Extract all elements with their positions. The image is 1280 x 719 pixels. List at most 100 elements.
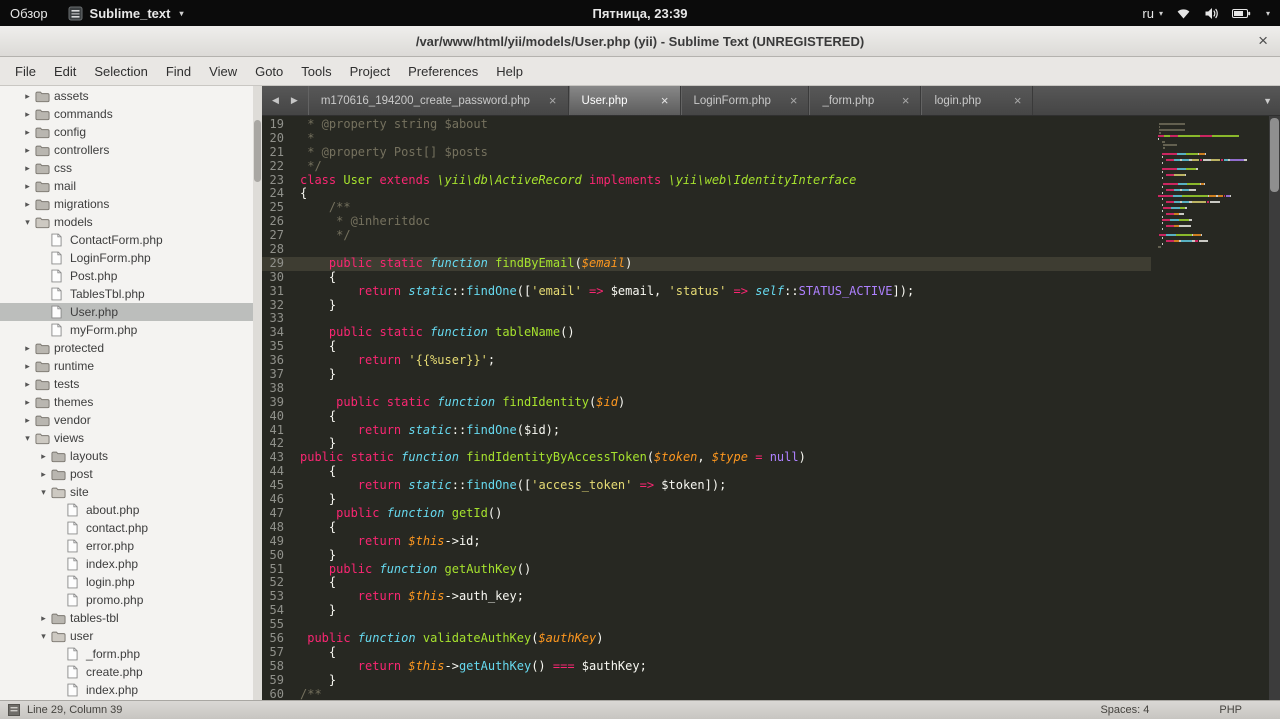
sidebar-item-views[interactable]: ▾ views [0,429,262,447]
sidebar-scrollbar-thumb[interactable] [254,120,261,182]
activities-button[interactable]: Обзор [10,6,48,21]
system-menu-chevron-icon[interactable]: ▾ [1266,9,1270,18]
editor-scrollbar[interactable] [1269,116,1280,700]
sidebar-item-create.php[interactable]: create.php [0,663,262,681]
code-area[interactable]: 19 * @property string $about 20 * 21 * @pr… [262,116,1151,700]
tab-close-icon[interactable]: × [1011,93,1025,108]
code-line-25[interactable]: 25 /** [262,200,1151,215]
tab-User.php[interactable]: User.php × [568,86,681,115]
code-line-53[interactable]: 53 return $this->auth_key; [262,589,1151,604]
code-line-42[interactable]: 42 } [262,437,1151,451]
indent-settings-button[interactable]: Spaces: 4 [1100,704,1149,716]
sidebar-item-tables-tbl[interactable]: ▸ tables-tbl [0,609,262,627]
code-line-22[interactable]: 22 */ [262,159,1151,174]
sidebar-item-config[interactable]: ▸ config [0,123,262,141]
expander-closed-icon[interactable]: ▸ [20,415,35,426]
expander-closed-icon[interactable]: ▸ [20,163,35,174]
editor-scrollbar-thumb[interactable] [1270,118,1279,192]
menu-help[interactable]: Help [487,60,532,83]
tab-login.php[interactable]: login.php × [921,86,1034,115]
tab-LoginForm.php[interactable]: LoginForm.php × [680,86,810,115]
code-line-49[interactable]: 49 return $this->id; [262,534,1151,549]
sidebar-item-error.php[interactable]: error.php [0,537,262,555]
sidebar-item-ContactForm.php[interactable]: ContactForm.php [0,231,262,249]
code-line-60[interactable]: 60 /** [262,687,1151,700]
app-menu-button[interactable]: Sublime_text ▾ [68,6,183,21]
sidebar-item-TablesTbl.php[interactable]: TablesTbl.php [0,285,262,303]
code-line-45[interactable]: 45 return static::findOne(['access_token… [262,478,1151,493]
tab-close-icon[interactable]: × [899,93,913,108]
sidebar-item-site[interactable]: ▾ site [0,483,262,501]
expander-closed-icon[interactable]: ▸ [36,469,51,480]
tab-scroll-right-icon[interactable]: ▶ [291,95,298,106]
code-line-57[interactable]: 57 { [262,645,1151,660]
sidebar-item-login.php[interactable]: login.php [0,573,262,591]
code-line-20[interactable]: 20 * [262,131,1151,146]
sidebar-item-migrations[interactable]: ▸ migrations [0,195,262,213]
menu-view[interactable]: View [200,60,246,83]
code-line-37[interactable]: 37 } [262,367,1151,382]
code-line-28[interactable]: 28 [262,242,1151,257]
tab-_form.php[interactable]: _form.php × [809,86,922,115]
sidebar-item-Post.php[interactable]: Post.php [0,267,262,285]
expander-closed-icon[interactable]: ▸ [20,343,35,354]
code-line-33[interactable]: 33 [262,312,1151,326]
code-line-30[interactable]: 30 { [262,270,1151,285]
code-line-34[interactable]: 34 public static function tableName() [262,325,1151,340]
sidebar-item-myForm.php[interactable]: myForm.php [0,321,262,339]
code-line-29[interactable]: 29 public static function findByEmail($e… [262,256,1151,271]
code-line-52[interactable]: 52 { [262,575,1151,590]
expander-closed-icon[interactable]: ▸ [20,181,35,192]
expander-closed-icon[interactable]: ▸ [20,145,35,156]
syntax-selector-button[interactable]: PHP [1219,704,1242,716]
code-line-23[interactable]: 23 class User extends \yii\db\ActiveRecor… [262,173,1151,188]
sidebar-item-tests[interactable]: ▸ tests [0,375,262,393]
code-line-27[interactable]: 27 */ [262,228,1151,243]
code-line-51[interactable]: 51 public function getAuthKey() [262,562,1151,577]
expander-open-icon[interactable]: ▾ [20,217,35,228]
code-line-48[interactable]: 48 { [262,520,1151,535]
expander-closed-icon[interactable]: ▸ [20,199,35,210]
tab-m170616_194200_create_password.php[interactable]: m170616_194200_create_password.php × [307,86,569,115]
menu-preferences[interactable]: Preferences [399,60,487,83]
sidebar-item-controllers[interactable]: ▸ controllers [0,141,262,159]
menu-goto[interactable]: Goto [246,60,292,83]
code-line-54[interactable]: 54 } [262,603,1151,618]
tab-close-icon[interactable]: × [546,93,560,108]
window-title-bar[interactable]: /var/www/html/yii/models/User.php (yii) … [0,26,1280,57]
code-line-39[interactable]: 39 public static function findIdentity($… [262,395,1151,410]
menu-project[interactable]: Project [341,60,399,83]
menu-file[interactable]: File [6,60,45,83]
clock[interactable]: Пятница, 23:39 [593,6,688,21]
tab-close-icon[interactable]: × [658,93,672,108]
code-line-47[interactable]: 47 public function getId() [262,506,1151,521]
sidebar-item-css[interactable]: ▸ css [0,159,262,177]
code-line-38[interactable]: 38 [262,381,1151,396]
expander-open-icon[interactable]: ▾ [36,487,51,498]
wifi-icon[interactable] [1176,7,1191,20]
sidebar-item-models[interactable]: ▾ models [0,213,262,231]
code-line-24[interactable]: 24 { [262,187,1151,201]
code-line-19[interactable]: 19 * @property string $about [262,117,1151,132]
sidebar-item-mail[interactable]: ▸ mail [0,177,262,195]
code-line-58[interactable]: 58 return $this->getAuthKey() === $authK… [262,659,1151,674]
menu-tools[interactable]: Tools [292,60,340,83]
menu-edit[interactable]: Edit [45,60,85,83]
sidebar-item-post[interactable]: ▸ post [0,465,262,483]
tab-overflow-icon[interactable]: ▼ [1255,86,1280,115]
code-line-44[interactable]: 44 { [262,464,1151,479]
code-line-46[interactable]: 46 } [262,492,1151,507]
sidebar-item-LoginForm.php[interactable]: LoginForm.php [0,249,262,267]
code-line-50[interactable]: 50 } [262,548,1151,563]
sidebar-item-User.php[interactable]: User.php [0,303,262,321]
expander-closed-icon[interactable]: ▸ [20,91,35,102]
code-line-31[interactable]: 31 return static::findOne(['email' => $e… [262,284,1151,299]
sidebar-item-contact.php[interactable]: contact.php [0,519,262,537]
sidebar-item-vendor[interactable]: ▸ vendor [0,411,262,429]
code-line-41[interactable]: 41 return static::findOne($id); [262,423,1151,438]
expander-closed-icon[interactable]: ▸ [20,397,35,408]
tab-scroll-left-icon[interactable]: ◀ [272,95,279,106]
sidebar-item-themes[interactable]: ▸ themes [0,393,262,411]
tab-close-icon[interactable]: × [787,93,801,108]
code-line-32[interactable]: 32 } [262,298,1151,313]
